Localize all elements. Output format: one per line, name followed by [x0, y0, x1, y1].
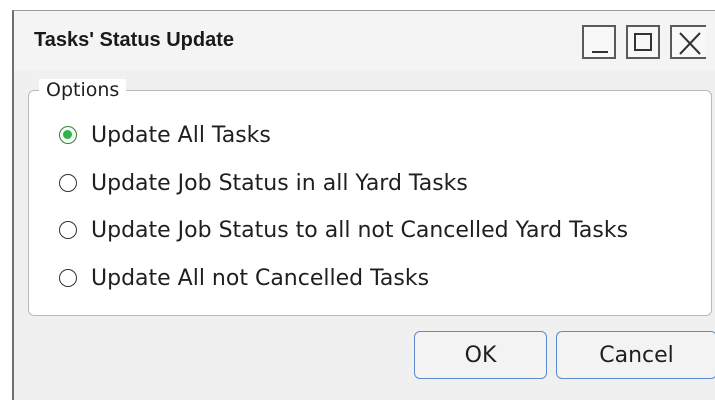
close-icon [679, 32, 701, 55]
minimize-icon [592, 51, 608, 53]
option-label: Update Job Status in all Yard Tasks [91, 170, 468, 196]
radio-button[interactable] [59, 269, 77, 287]
dialog-title: Tasks' Status Update [34, 29, 234, 51]
ok-button[interactable]: OK [414, 331, 547, 379]
dialog-window: Tasks' Status Update Options Update All … [12, 10, 715, 400]
minimize-button[interactable] [582, 25, 616, 59]
options-legend: Options [39, 79, 127, 101]
close-button[interactable] [670, 25, 706, 59]
option-label: Update All not Cancelled Tasks [91, 265, 430, 291]
options-groupbox: Options Update All Tasks Update Job Stat… [28, 79, 712, 316]
option-update-job-status-not-cancelled-yard[interactable]: Update Job Status to all not Cancelled Y… [59, 216, 628, 244]
maximize-icon [634, 33, 652, 51]
option-update-job-status-yard[interactable]: Update Job Status in all Yard Tasks [59, 169, 468, 197]
option-update-all-tasks[interactable]: Update All Tasks [59, 121, 271, 149]
option-label: Update Job Status to all not Cancelled Y… [91, 217, 629, 243]
option-update-all-not-cancelled[interactable]: Update All not Cancelled Tasks [59, 264, 429, 292]
cancel-button[interactable]: Cancel [556, 331, 715, 379]
maximize-button[interactable] [626, 25, 660, 59]
option-label: Update All Tasks [91, 122, 271, 148]
title-bar[interactable]: Tasks' Status Update [14, 11, 715, 71]
radio-button[interactable] [59, 174, 77, 192]
radio-button[interactable] [59, 126, 77, 144]
radio-button[interactable] [59, 221, 77, 239]
